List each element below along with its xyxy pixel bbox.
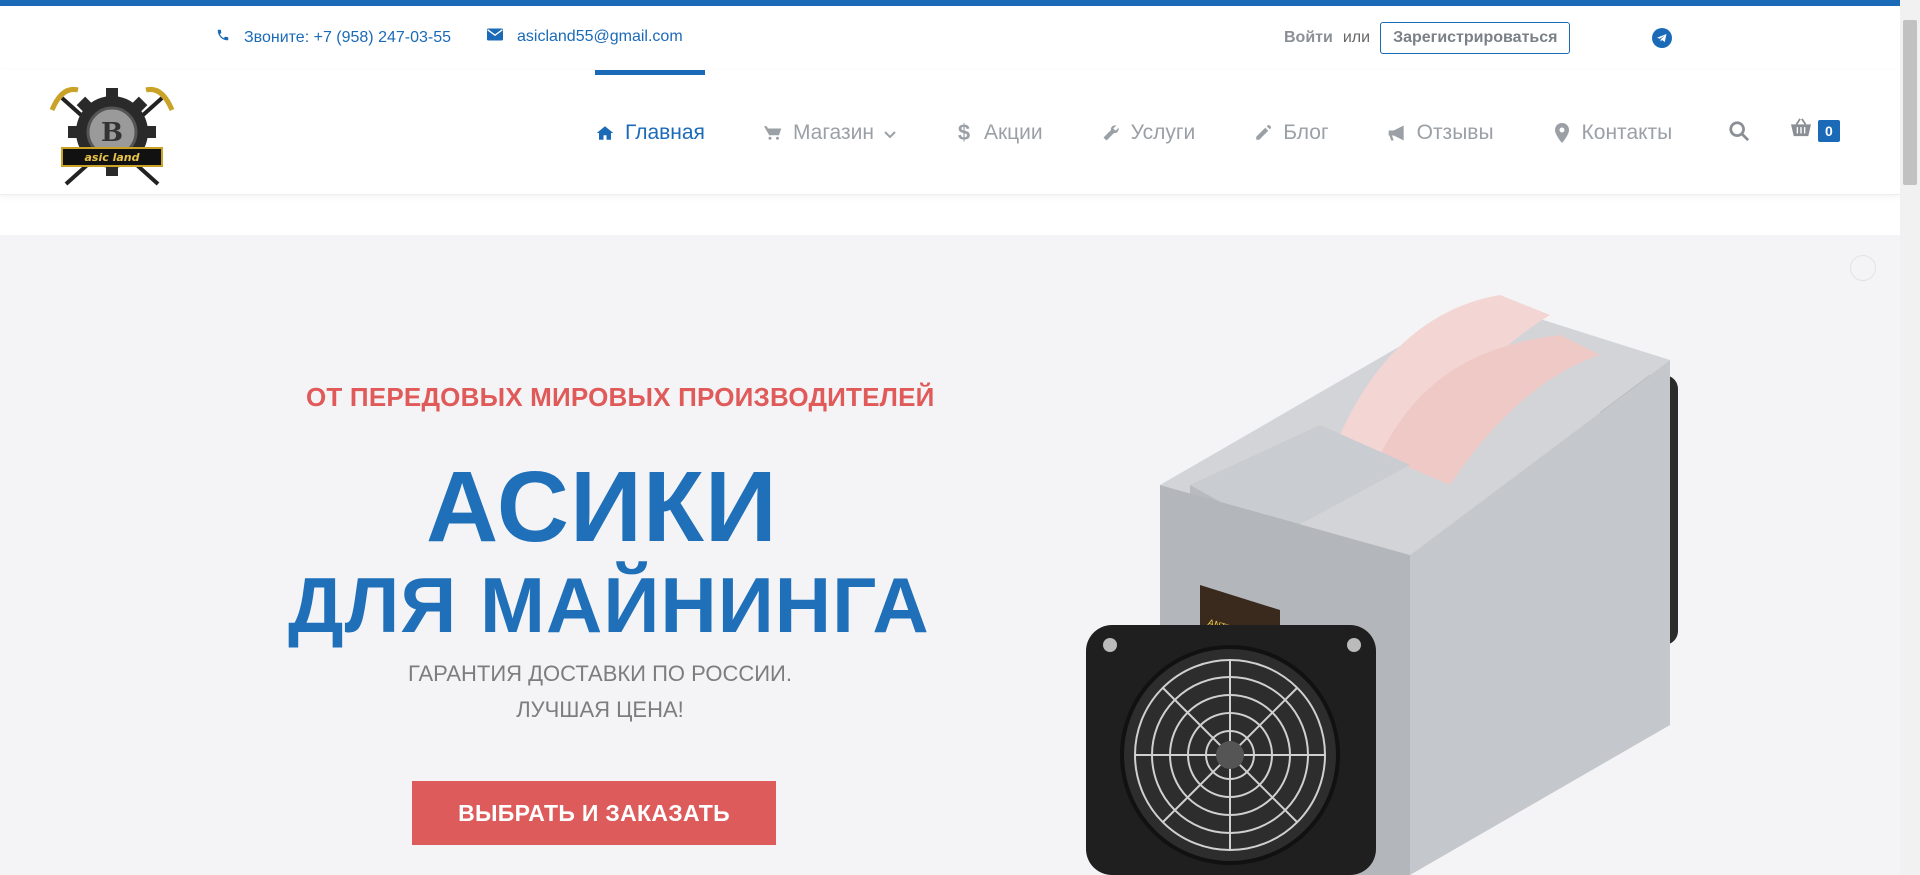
pencil-icon (1253, 123, 1273, 143)
nav-item-home[interactable]: Главная (595, 70, 705, 195)
hero-section: ОТ ПЕРЕДОВЫХ МИРОВЫХ ПРОИЗВОДИТЕЛЕЙ АСИК… (0, 235, 1900, 875)
email-text: asicland55@gmail.com (517, 28, 683, 45)
nav-label: Контакты (1581, 120, 1673, 144)
nav-label: Главная (625, 120, 705, 144)
nav-item-services[interactable]: Услуги (1101, 70, 1196, 195)
page-scrollbar[interactable] (1900, 0, 1920, 875)
nav-label: Акции (983, 120, 1043, 144)
register-button[interactable]: Зарегистрироваться (1380, 22, 1571, 54)
cart-count-badge: 0 (1818, 119, 1840, 142)
cart-button[interactable]: 0 (1790, 118, 1840, 143)
nav-label: Отзывы (1416, 120, 1494, 144)
map-marker-icon (1552, 122, 1572, 143)
search-icon[interactable] (1728, 120, 1752, 144)
nav-item-reviews[interactable]: Отзывы (1387, 70, 1494, 195)
logo-letter: B (101, 118, 123, 148)
nav-label: Блог (1283, 120, 1329, 144)
main-header: B asic land Главная Магазин $ Акции Услу… (0, 70, 1900, 195)
home-icon (595, 123, 615, 143)
nav-item-contacts[interactable]: Контакты (1552, 70, 1673, 195)
envelope-icon (487, 28, 503, 46)
main-nav: Главная Магазин $ Акции Услуги Блог Отзы… (595, 70, 1730, 195)
hero-title-line2: ДЛЯ МАЙНИНГА (288, 561, 930, 649)
login-link[interactable]: Войти (1284, 29, 1333, 47)
chevron-down-icon (884, 121, 896, 145)
nav-item-shop[interactable]: Магазин (763, 70, 896, 195)
email-contact[interactable]: asicland55@gmail.com (487, 28, 683, 46)
nav-item-promotions[interactable]: $ Акции (954, 70, 1043, 195)
megaphone-icon (1387, 123, 1407, 143)
telegram-icon[interactable] (1652, 28, 1672, 48)
phone-icon (216, 28, 230, 47)
cart-icon (763, 123, 783, 143)
slider-indicator[interactable] (1850, 255, 1876, 281)
logo-text: asic land (85, 151, 140, 164)
auth-links: Войти или Зарегистрироваться (1284, 22, 1571, 54)
hero-title-line1: АСИКИ (426, 451, 778, 563)
choose-and-order-button[interactable]: ВЫБРАТЬ И ЗАКАЗАТЬ (412, 781, 776, 845)
wrench-icon (1101, 123, 1121, 143)
hero-text-line1: ГАРАНТИЯ ДОСТАВКИ ПО РОССИИ. (408, 661, 792, 686)
or-text: или (1342, 29, 1371, 46)
top-bar: Звоните: +7 (958) 247-03-55 asicland55@g… (0, 6, 1900, 70)
dollar-icon: $ (957, 119, 971, 145)
nav-label: Магазин (792, 120, 874, 144)
site-logo[interactable]: B asic land (48, 80, 176, 190)
phone-text: Звоните: +7 (958) 247-03-55 (244, 28, 452, 46)
scrollbar-thumb[interactable] (1903, 20, 1917, 185)
hero-subtitle: ОТ ПЕРЕДОВЫХ МИРОВЫХ ПРОИЗВОДИТЕЛЕЙ (306, 382, 935, 412)
basket-icon (1790, 118, 1812, 143)
hero-text-line2: ЛУЧШАЯ ЦЕНА! (516, 697, 684, 722)
nav-label: Услуги (1130, 120, 1196, 144)
antminer-product-image: ANTMINER L3+ (1080, 285, 1710, 875)
nav-item-blog[interactable]: Блог (1253, 70, 1329, 195)
phone-contact[interactable]: Звоните: +7 (958) 247-03-55 (216, 28, 451, 47)
